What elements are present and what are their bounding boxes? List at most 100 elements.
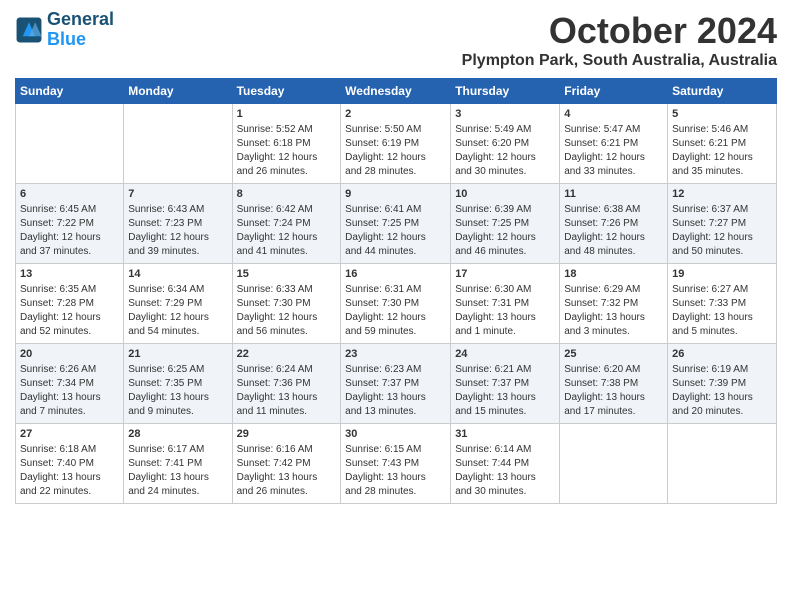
day-number: 6 [20, 187, 119, 202]
day-number: 14 [128, 267, 227, 282]
logo-text: General Blue [47, 10, 114, 50]
day-info: Sunset: 7:30 PM [345, 297, 446, 311]
day-info: Sunrise: 6:25 AM [128, 363, 227, 377]
day-number: 15 [237, 267, 337, 282]
week-row-3: 20Sunrise: 6:26 AMSunset: 7:34 PMDayligh… [16, 344, 777, 424]
day-info: Sunrise: 5:47 AM [564, 123, 663, 137]
header-day-friday: Friday [560, 79, 668, 104]
calendar-cell: 13Sunrise: 6:35 AMSunset: 7:28 PMDayligh… [16, 264, 124, 344]
day-info: Sunset: 7:31 PM [455, 297, 555, 311]
day-info: Daylight: 12 hours [20, 231, 119, 245]
day-info: Sunrise: 6:14 AM [455, 443, 555, 457]
day-info: Sunset: 7:43 PM [345, 457, 446, 471]
day-info: and 37 minutes. [20, 245, 119, 259]
day-info: Daylight: 13 hours [128, 391, 227, 405]
day-info: Sunset: 6:21 PM [564, 137, 663, 151]
location-title: Plympton Park, South Australia, Australi… [462, 52, 777, 70]
day-number: 16 [345, 267, 446, 282]
day-number: 21 [128, 347, 227, 362]
day-info: and 54 minutes. [128, 325, 227, 339]
calendar-cell: 24Sunrise: 6:21 AMSunset: 7:37 PMDayligh… [451, 344, 560, 424]
day-number: 31 [455, 427, 555, 442]
day-number: 5 [672, 107, 772, 122]
calendar-cell: 20Sunrise: 6:26 AMSunset: 7:34 PMDayligh… [16, 344, 124, 424]
day-info: Sunset: 7:37 PM [345, 377, 446, 391]
day-info: Sunrise: 6:41 AM [345, 203, 446, 217]
header: General Blue October 2024 Plympton Park,… [15, 10, 777, 70]
header-day-wednesday: Wednesday [341, 79, 451, 104]
day-number: 29 [237, 427, 337, 442]
day-info: Sunrise: 6:16 AM [237, 443, 337, 457]
calendar-cell: 10Sunrise: 6:39 AMSunset: 7:25 PMDayligh… [451, 184, 560, 264]
day-info: and 28 minutes. [345, 485, 446, 499]
day-number: 17 [455, 267, 555, 282]
week-row-2: 13Sunrise: 6:35 AMSunset: 7:28 PMDayligh… [16, 264, 777, 344]
day-info: and 9 minutes. [128, 405, 227, 419]
day-info: and 56 minutes. [237, 325, 337, 339]
day-info: Daylight: 12 hours [564, 231, 663, 245]
calendar-cell [560, 424, 668, 504]
day-info: and 22 minutes. [20, 485, 119, 499]
header-day-thursday: Thursday [451, 79, 560, 104]
day-info: Daylight: 12 hours [564, 151, 663, 165]
day-info: and 52 minutes. [20, 325, 119, 339]
day-number: 26 [672, 347, 772, 362]
day-number: 25 [564, 347, 663, 362]
day-info: Sunrise: 6:19 AM [672, 363, 772, 377]
day-info: Sunrise: 6:43 AM [128, 203, 227, 217]
day-info: Sunset: 7:34 PM [20, 377, 119, 391]
day-info: and 41 minutes. [237, 245, 337, 259]
day-info: Sunrise: 6:45 AM [20, 203, 119, 217]
day-info: Sunrise: 6:23 AM [345, 363, 446, 377]
day-info: Sunrise: 6:35 AM [20, 283, 119, 297]
day-info: and 3 minutes. [564, 325, 663, 339]
calendar-cell: 5Sunrise: 5:46 AMSunset: 6:21 PMDaylight… [668, 104, 777, 184]
day-info: Daylight: 13 hours [564, 311, 663, 325]
calendar-cell: 17Sunrise: 6:30 AMSunset: 7:31 PMDayligh… [451, 264, 560, 344]
day-number: 19 [672, 267, 772, 282]
day-info: Daylight: 13 hours [455, 391, 555, 405]
day-info: Sunrise: 6:29 AM [564, 283, 663, 297]
logo-icon [15, 16, 43, 44]
header-day-saturday: Saturday [668, 79, 777, 104]
day-number: 27 [20, 427, 119, 442]
day-info: Sunrise: 6:33 AM [237, 283, 337, 297]
day-info: Sunset: 7:26 PM [564, 217, 663, 231]
day-info: Daylight: 12 hours [455, 151, 555, 165]
calendar-cell: 26Sunrise: 6:19 AMSunset: 7:39 PMDayligh… [668, 344, 777, 424]
calendar-cell [124, 104, 232, 184]
day-info: Daylight: 13 hours [345, 391, 446, 405]
calendar-cell: 21Sunrise: 6:25 AMSunset: 7:35 PMDayligh… [124, 344, 232, 424]
day-info: Sunrise: 6:27 AM [672, 283, 772, 297]
day-info: and 50 minutes. [672, 245, 772, 259]
day-info: and 44 minutes. [345, 245, 446, 259]
day-info: Sunrise: 5:52 AM [237, 123, 337, 137]
calendar-cell: 29Sunrise: 6:16 AMSunset: 7:42 PMDayligh… [232, 424, 341, 504]
day-info: Sunset: 7:25 PM [345, 217, 446, 231]
day-info: Daylight: 12 hours [455, 231, 555, 245]
day-info: and 28 minutes. [345, 165, 446, 179]
calendar-cell [668, 424, 777, 504]
calendar-cell: 23Sunrise: 6:23 AMSunset: 7:37 PMDayligh… [341, 344, 451, 424]
day-info: Daylight: 13 hours [345, 471, 446, 485]
title-area: October 2024 Plympton Park, South Austra… [462, 10, 777, 70]
day-info: and 35 minutes. [672, 165, 772, 179]
day-info: Sunset: 7:44 PM [455, 457, 555, 471]
day-info: Sunset: 7:42 PM [237, 457, 337, 471]
calendar-cell: 18Sunrise: 6:29 AMSunset: 7:32 PMDayligh… [560, 264, 668, 344]
day-info: Daylight: 13 hours [455, 311, 555, 325]
week-row-4: 27Sunrise: 6:18 AMSunset: 7:40 PMDayligh… [16, 424, 777, 504]
day-info: Sunrise: 6:20 AM [564, 363, 663, 377]
calendar-cell: 22Sunrise: 6:24 AMSunset: 7:36 PMDayligh… [232, 344, 341, 424]
day-number: 22 [237, 347, 337, 362]
day-number: 7 [128, 187, 227, 202]
day-info: Sunrise: 6:42 AM [237, 203, 337, 217]
day-info: Sunset: 7:30 PM [237, 297, 337, 311]
day-info: and 26 minutes. [237, 485, 337, 499]
day-info: Sunset: 7:38 PM [564, 377, 663, 391]
logo: General Blue [15, 10, 114, 50]
calendar-cell: 15Sunrise: 6:33 AMSunset: 7:30 PMDayligh… [232, 264, 341, 344]
day-number: 3 [455, 107, 555, 122]
day-info: Daylight: 12 hours [237, 231, 337, 245]
calendar-cell: 7Sunrise: 6:43 AMSunset: 7:23 PMDaylight… [124, 184, 232, 264]
